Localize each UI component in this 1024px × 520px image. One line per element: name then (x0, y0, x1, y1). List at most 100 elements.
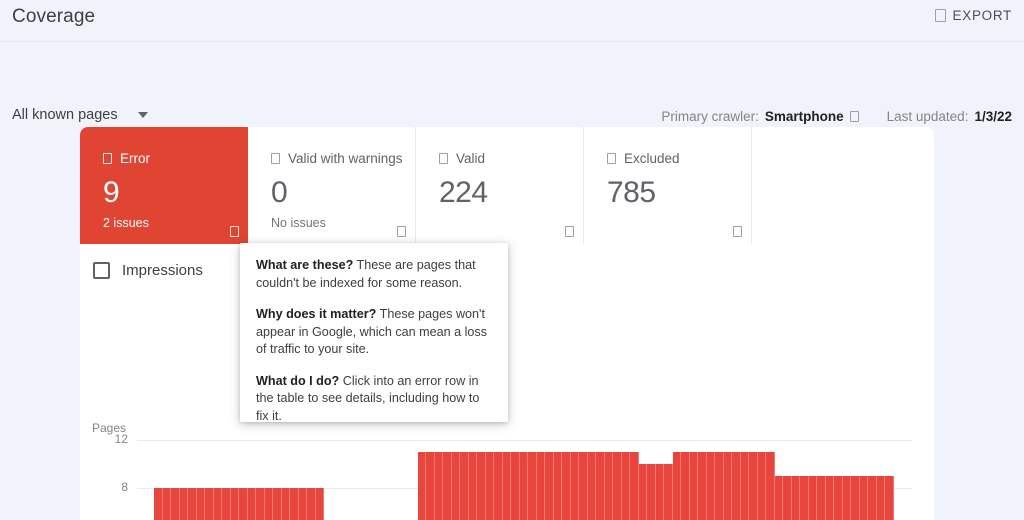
chart-bar[interactable] (537, 452, 546, 520)
chart-bar[interactable] (163, 488, 172, 520)
status-card-valid-with-warnings[interactable]: Valid with warnings 0 No issues (248, 127, 416, 244)
status-card-error-head: Error (103, 151, 248, 166)
chart-bar[interactable] (885, 476, 894, 520)
status-card-excluded-value: 785 (607, 176, 751, 210)
chart-bar[interactable] (766, 452, 775, 520)
chart-bar[interactable] (579, 452, 588, 520)
chart-bar[interactable] (868, 476, 877, 520)
chart-bar[interactable] (307, 488, 316, 520)
chart-bar[interactable] (715, 452, 724, 520)
chart-bar[interactable] (613, 452, 622, 520)
expand-icon[interactable] (565, 226, 574, 237)
chart-bar[interactable] (783, 476, 792, 520)
chart-bar[interactable] (239, 488, 248, 520)
page-filter-dropdown[interactable]: All known pages (12, 107, 148, 123)
chart-bar[interactable] (851, 476, 860, 520)
status-card-error[interactable]: Error 9 2 issues (80, 127, 248, 244)
chart-bar[interactable] (282, 488, 291, 520)
chart-bar[interactable] (248, 488, 257, 520)
chart-bar[interactable] (834, 476, 843, 520)
status-card-excluded[interactable]: Excluded 785 (584, 127, 752, 244)
chart-bar[interactable] (690, 452, 699, 520)
chart-bar[interactable] (197, 488, 206, 520)
chart-bar[interactable] (316, 488, 325, 520)
chart-bar-series (137, 440, 894, 520)
export-button[interactable]: EXPORT (931, 6, 1016, 25)
chart-bar[interactable] (180, 488, 189, 520)
expand-icon[interactable] (733, 226, 742, 237)
chart-bar[interactable] (256, 488, 265, 520)
valid-icon (439, 153, 448, 164)
chart-bar[interactable] (545, 452, 554, 520)
chart-bar[interactable] (681, 452, 690, 520)
chart-bar[interactable] (741, 452, 750, 520)
chart-bar[interactable] (171, 488, 180, 520)
status-card-error-sub: 2 issues (103, 216, 248, 230)
chart-bar[interactable] (809, 476, 818, 520)
expand-icon[interactable] (230, 226, 239, 237)
export-button-label: EXPORT (953, 8, 1012, 23)
primary-crawler-value: Smartphone (765, 109, 844, 124)
chart-bar[interactable] (877, 476, 886, 520)
chart-bar[interactable] (673, 452, 682, 520)
chart-bar[interactable] (231, 488, 240, 520)
impressions-checkbox[interactable] (93, 262, 110, 279)
chart-bar[interactable] (520, 452, 529, 520)
chart-bar[interactable] (273, 488, 282, 520)
chart-bar[interactable] (477, 452, 486, 520)
chart-bar[interactable] (749, 452, 758, 520)
chart-bar[interactable] (800, 476, 809, 520)
chart-bar[interactable] (418, 452, 427, 520)
chart-bar[interactable] (724, 452, 733, 520)
chart-bar[interactable] (656, 464, 665, 520)
chart-bar[interactable] (792, 476, 801, 520)
chart-bar[interactable] (630, 452, 639, 520)
chart-bar[interactable] (588, 452, 597, 520)
chart-bar[interactable] (775, 476, 784, 520)
chart-bar[interactable] (443, 452, 452, 520)
status-card-valid[interactable]: Valid 224 (416, 127, 584, 244)
chart-bar[interactable] (426, 452, 435, 520)
chart-bar[interactable] (647, 464, 656, 520)
chart-bar[interactable] (188, 488, 197, 520)
chart-bar[interactable] (469, 452, 478, 520)
chart-bar[interactable] (817, 476, 826, 520)
chart-bar[interactable] (605, 452, 614, 520)
chart-bar[interactable] (265, 488, 274, 520)
legend-item-impressions[interactable]: Impressions (93, 262, 203, 279)
info-icon[interactable] (850, 111, 859, 122)
chart-bar[interactable] (494, 452, 503, 520)
chart-bar[interactable] (452, 452, 461, 520)
chart-bar[interactable] (214, 488, 223, 520)
legend-item-impressions-label: Impressions (122, 262, 203, 279)
chart-bar[interactable] (860, 476, 869, 520)
chart-bar[interactable] (622, 452, 631, 520)
chart-bar[interactable] (843, 476, 852, 520)
chart-bar[interactable] (222, 488, 231, 520)
chart-bar[interactable] (596, 452, 605, 520)
chart-bar[interactable] (707, 452, 716, 520)
chart-bar[interactable] (154, 488, 163, 520)
chart-bar[interactable] (758, 452, 767, 520)
chart-bar[interactable] (205, 488, 214, 520)
chart-bar[interactable] (664, 464, 673, 520)
chart-bar[interactable] (511, 452, 520, 520)
chart-bar[interactable] (460, 452, 469, 520)
chart-bar[interactable] (732, 452, 741, 520)
y-axis-tick-12: 12 (115, 432, 128, 446)
chart-bar[interactable] (554, 452, 563, 520)
chart-bar[interactable] (486, 452, 495, 520)
chart-bar[interactable] (528, 452, 537, 520)
chart-bar[interactable] (826, 476, 835, 520)
chart-bar[interactable] (562, 452, 571, 520)
chart-bar[interactable] (435, 452, 444, 520)
chart-bar[interactable] (503, 452, 512, 520)
chart-bar[interactable] (639, 464, 648, 520)
tooltip-paragraph-why-matter: Why does it matter? These pages won't ap… (256, 306, 492, 359)
chart-bar[interactable] (571, 452, 580, 520)
expand-icon[interactable] (397, 226, 406, 237)
chart-bar[interactable] (299, 488, 308, 520)
chart-bar[interactable] (698, 452, 707, 520)
error-help-tooltip: What are these? These are pages that cou… (240, 243, 508, 422)
chart-bar[interactable] (290, 488, 299, 520)
